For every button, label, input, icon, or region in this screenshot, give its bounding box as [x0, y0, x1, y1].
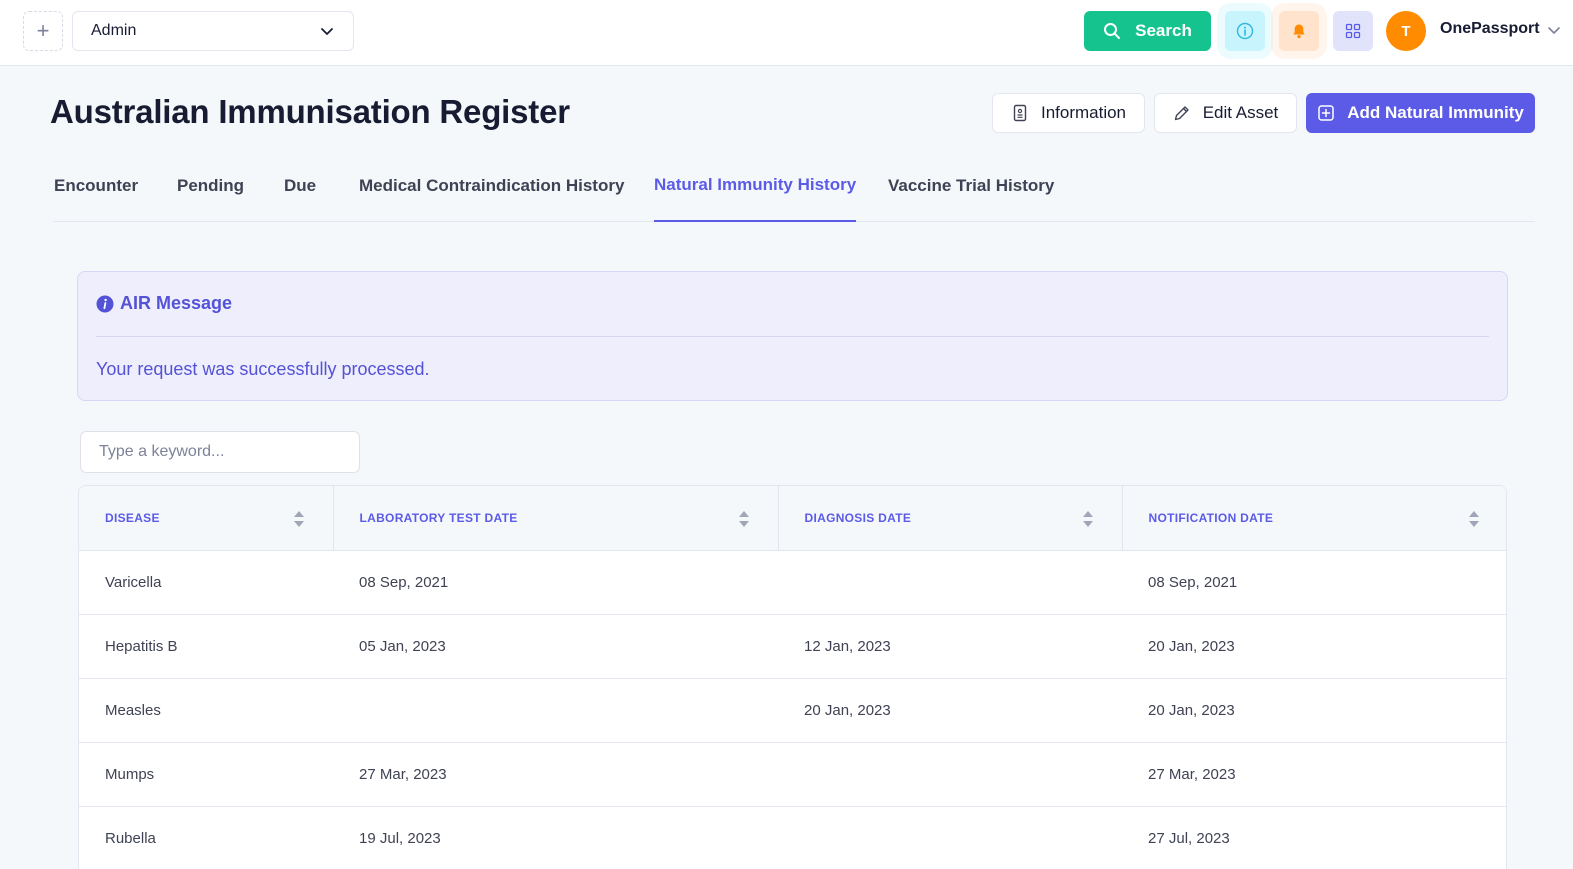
- cell-disease: Mumps: [79, 742, 333, 807]
- page-title: Australian Immunisation Register: [50, 93, 570, 130]
- cell-notification-date: 08 Sep, 2021: [1122, 550, 1506, 615]
- column-header-diagnosis-date[interactable]: DIAGNOSIS DATE: [778, 486, 1123, 551]
- table-header-row: DISEASE LABORATORY TEST DATE DIAGNOSIS D…: [79, 486, 1506, 551]
- cell-diagnosis-date: [778, 806, 1122, 869]
- avatar[interactable]: T: [1386, 11, 1426, 51]
- chevron-down-icon: [321, 28, 333, 35]
- add-natural-immunity-label: Add Natural Immunity: [1347, 103, 1524, 122]
- table-row[interactable]: Mumps 27 Mar, 2023 27 Mar, 2023: [79, 742, 1506, 807]
- plus-square-icon: [1318, 105, 1334, 121]
- sort-icon[interactable]: [1468, 510, 1480, 528]
- organization-select[interactable]: Admin: [72, 11, 354, 51]
- table-row[interactable]: Hepatitis B 05 Jan, 2023 12 Jan, 2023 20…: [79, 614, 1506, 679]
- top-bar: + Admin Search T OnePassport: [0, 0, 1573, 66]
- cell-diagnosis-date: 20 Jan, 2023: [778, 678, 1122, 743]
- apps-button[interactable]: [1333, 11, 1373, 51]
- table-row[interactable]: Measles 20 Jan, 2023 20 Jan, 2023: [79, 678, 1506, 743]
- avatar-initial: T: [1401, 22, 1411, 40]
- cell-laboratory-test-date: [333, 678, 778, 743]
- user-name[interactable]: OnePassport: [1440, 20, 1540, 38]
- pencil-icon: [1174, 106, 1189, 121]
- tab-bar: Encounter Pending Due Medical Contraindi…: [53, 150, 1535, 222]
- column-header-laboratory-test-date[interactable]: LABORATORY TEST DATE: [333, 486, 779, 551]
- cell-laboratory-test-date: 08 Sep, 2021: [333, 550, 778, 615]
- cell-diagnosis-date: [778, 742, 1122, 807]
- cell-laboratory-test-date: 19 Jul, 2023: [333, 806, 778, 869]
- add-natural-immunity-button[interactable]: Add Natural Immunity: [1306, 93, 1535, 133]
- bell-icon: [1293, 24, 1305, 39]
- edit-asset-button-label: Edit Asset: [1202, 103, 1279, 122]
- information-button-label: Information: [1040, 103, 1127, 122]
- add-button[interactable]: +: [23, 11, 63, 51]
- search-button-label: Search: [1135, 21, 1192, 40]
- cell-disease: Measles: [79, 678, 333, 743]
- alert-title: AIR Message: [96, 293, 232, 314]
- table-row[interactable]: Rubella 19 Jul, 2023 27 Jul, 2023: [79, 806, 1506, 869]
- cell-notification-date: 20 Jan, 2023: [1122, 614, 1506, 679]
- cell-disease: Hepatitis B: [79, 614, 333, 679]
- info-icon: [1236, 22, 1254, 40]
- cell-disease: Varicella: [79, 550, 333, 615]
- edit-asset-button[interactable]: Edit Asset: [1154, 93, 1297, 133]
- tab-encounter[interactable]: Encounter: [54, 150, 138, 222]
- column-header-notification-date[interactable]: NOTIFICATION DATE: [1122, 486, 1506, 551]
- cell-notification-date: 27 Jul, 2023: [1122, 806, 1506, 869]
- alert-message: Your request was successfully processed.: [96, 359, 430, 379]
- cell-notification-date: 27 Mar, 2023: [1122, 742, 1506, 807]
- user-menu-chevron-icon[interactable]: [1546, 22, 1562, 38]
- tab-pending[interactable]: Pending: [177, 150, 244, 222]
- cell-laboratory-test-date: 27 Mar, 2023: [333, 742, 778, 807]
- information-button[interactable]: Information: [992, 93, 1145, 133]
- alert-divider: [96, 336, 1489, 337]
- cell-diagnosis-date: 12 Jan, 2023: [778, 614, 1122, 679]
- grid-icon: [1345, 23, 1361, 39]
- plus-icon: +: [36, 18, 50, 43]
- sort-icon[interactable]: [1082, 510, 1094, 528]
- alert-title-text: AIR Message: [120, 293, 233, 313]
- notifications-button[interactable]: [1279, 11, 1319, 51]
- info-button[interactable]: [1225, 11, 1265, 51]
- cell-diagnosis-date: [778, 550, 1122, 615]
- keyword-search-input[interactable]: [80, 431, 360, 473]
- tab-vaccine-trial-history[interactable]: Vaccine Trial History: [888, 150, 1054, 222]
- column-header-disease[interactable]: DISEASE: [79, 486, 334, 551]
- cell-notification-date: 20 Jan, 2023: [1122, 678, 1506, 743]
- document-icon: [1013, 104, 1027, 122]
- tab-medical-contraindication-history[interactable]: Medical Contraindication History: [359, 150, 624, 222]
- search-button[interactable]: Search: [1084, 11, 1211, 51]
- air-message-alert: AIR Message Your request was successfull…: [77, 271, 1508, 401]
- search-icon: [1104, 23, 1121, 39]
- tab-natural-immunity-history[interactable]: Natural Immunity History: [654, 150, 857, 222]
- cell-laboratory-test-date: 05 Jan, 2023: [333, 614, 778, 679]
- cell-disease: Rubella: [79, 806, 333, 869]
- info-circle-icon: [96, 295, 114, 312]
- table-row[interactable]: Varicella 08 Sep, 2021 08 Sep, 2021: [79, 550, 1506, 615]
- natural-immunity-table: DISEASE LABORATORY TEST DATE DIAGNOSIS D…: [78, 485, 1507, 869]
- tab-due[interactable]: Due: [284, 150, 316, 222]
- sort-icon[interactable]: [738, 510, 750, 528]
- sort-icon[interactable]: [293, 510, 305, 528]
- organization-select-value: Admin: [91, 22, 137, 39]
